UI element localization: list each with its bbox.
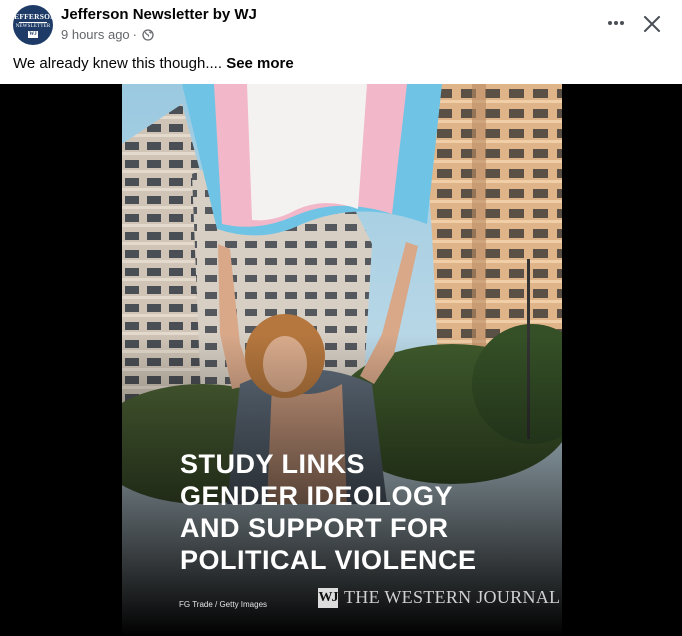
publisher-logo: WJ [318,587,339,608]
close-button[interactable] [638,10,666,38]
photo-credit: FG Trade / Getty Images [179,600,268,609]
globe-icon[interactable] [142,28,154,41]
meta-separator: · [132,27,138,42]
publisher-brand: WJ THE WESTERN JOURNAL [318,587,560,608]
post-media[interactable]: STUDY LINKS GENDER IDEOLOGY AND SUPPORT … [0,84,682,636]
avatar-line2: NEWSLETTER [15,23,51,29]
image-headline: STUDY LINKS GENDER IDEOLOGY AND SUPPORT … [180,448,560,576]
avatar-line1: JEFFERSON [13,11,53,21]
post-image[interactable]: STUDY LINKS GENDER IDEOLOGY AND SUPPORT … [122,84,562,636]
post-timestamp[interactable]: 9 hours ago [61,27,130,42]
publisher-name: THE WESTERN JOURNAL [344,587,561,607]
more-horizontal-icon [608,21,624,25]
post-caption: We already knew this though.... See more [13,55,294,72]
avatar-divider [19,21,47,23]
more-options-button[interactable] [602,13,630,33]
headline-line: POLITICAL VIOLENCE [180,545,477,575]
page-name-link[interactable]: Jefferson Newsletter by WJ [61,6,257,23]
headline-line: STUDY LINKS [180,449,366,479]
caption-text: We already knew this though.... [13,55,223,72]
headline-line: GENDER IDEOLOGY [180,481,454,511]
post-meta: 9 hours ago · [61,27,154,42]
avatar-monogram: WJ [28,30,38,38]
headline-line: AND SUPPORT FOR [180,513,449,543]
page-avatar[interactable]: JEFFERSON NEWSLETTER WJ [13,5,53,45]
close-icon [644,16,660,32]
see-more-link[interactable]: See more [226,55,294,72]
post-header: JEFFERSON NEWSLETTER WJ Jefferson Newsle… [0,0,682,84]
